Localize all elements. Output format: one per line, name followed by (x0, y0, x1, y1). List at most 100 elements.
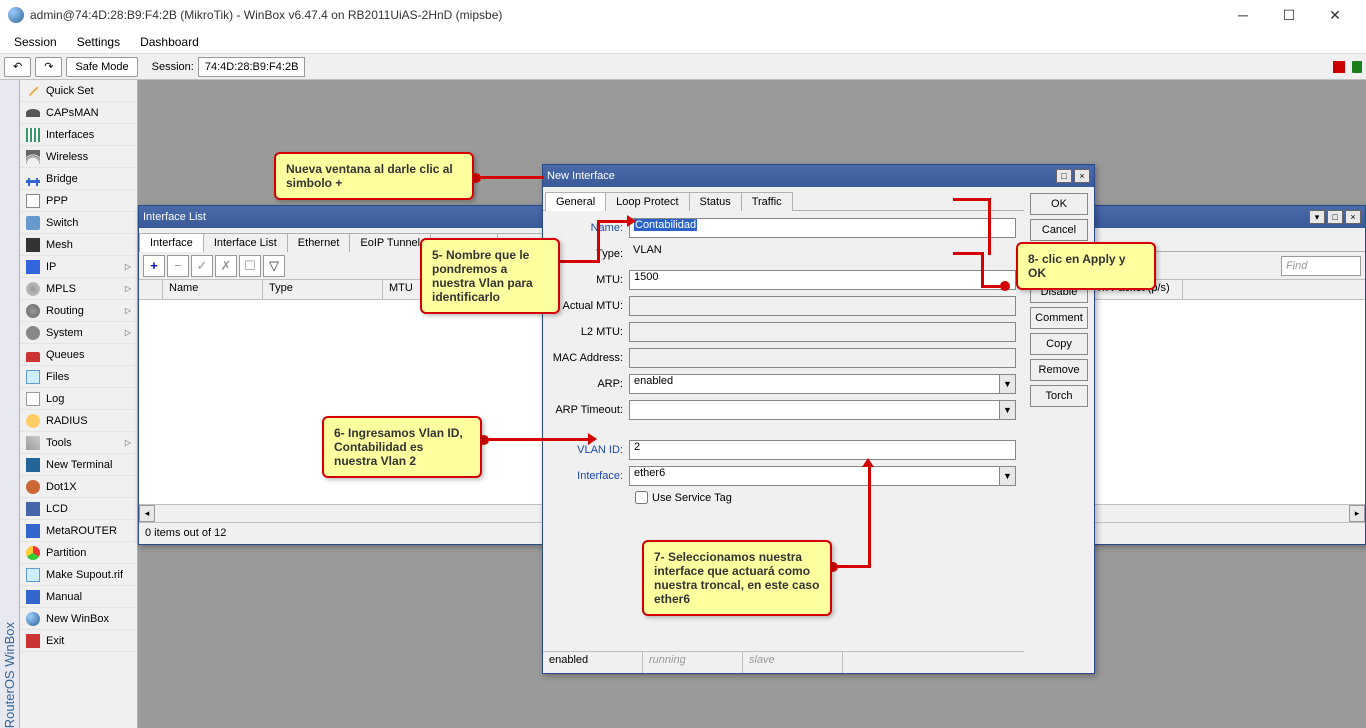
tab-interface-list[interactable]: Interface List (203, 233, 288, 252)
sidebar-item-log[interactable]: Log (20, 388, 137, 410)
dlg-tab-loop-protect[interactable]: Loop Protect (605, 192, 689, 211)
sidebar-item-routing[interactable]: Routing▷ (20, 300, 137, 322)
dlg-close-icon[interactable]: × (1074, 169, 1090, 183)
close-button[interactable]: ✕ (1312, 0, 1358, 30)
sidebar-item-metarouter[interactable]: MetaROUTER (20, 520, 137, 542)
add-button[interactable]: + (143, 255, 165, 277)
session-value: 74:4D:28:B9:F4:2B (198, 57, 306, 77)
menu-settings[interactable]: Settings (67, 33, 130, 51)
sidebar-item-system[interactable]: System▷ (20, 322, 137, 344)
sidebar-item-new-winbox[interactable]: New WinBox (20, 608, 137, 630)
win-minimize-icon[interactable]: ▾ (1309, 210, 1325, 224)
new-interface-titlebar[interactable]: New Interface □ × (543, 165, 1094, 187)
sidebar-item-label: CAPsMAN (46, 107, 99, 119)
sidebar-item-exit[interactable]: Exit (20, 630, 137, 652)
tab-eoip-tunnel[interactable]: EoIP Tunnel (349, 233, 431, 252)
sidebar-item-manual[interactable]: Manual (20, 586, 137, 608)
sidebar-item-make-supout-rif[interactable]: Make Supout.rif (20, 564, 137, 586)
safe-mode-button[interactable]: Safe Mode (66, 57, 137, 77)
sidebar-item-queues[interactable]: Queues (20, 344, 137, 366)
name-input[interactable]: Contabilidad (629, 218, 1016, 238)
tab-interface[interactable]: Interface (139, 233, 204, 252)
comment-button[interactable]: Comment (1030, 307, 1088, 329)
sidebar-item-label: System (46, 327, 83, 339)
tab-ethernet[interactable]: Ethernet (287, 233, 351, 252)
chevron-down-icon[interactable]: ▼ (999, 375, 1015, 393)
disable-button[interactable]: ✗ (215, 255, 237, 277)
sidebar-item-label: LCD (46, 503, 68, 515)
dlg-max-icon[interactable]: □ (1056, 169, 1072, 183)
bridge-icon (26, 180, 40, 183)
scroll-right-icon[interactable]: ▸ (1349, 505, 1365, 522)
column-header[interactable] (139, 280, 163, 299)
remove-button[interactable]: Remove (1030, 359, 1088, 381)
sidebar-item-capsman[interactable]: CAPsMAN (20, 102, 137, 124)
sidebar-item-ip[interactable]: IP▷ (20, 256, 137, 278)
redo-button[interactable]: ↷ (35, 57, 62, 77)
remove-button[interactable]: − (167, 255, 189, 277)
sidebar-item-mpls[interactable]: MPLS▷ (20, 278, 137, 300)
sidebar-item-switch[interactable]: Switch (20, 212, 137, 234)
man-icon (26, 590, 40, 604)
submenu-icon: ▷ (125, 262, 131, 271)
arp-select[interactable]: enabled▼ (629, 374, 1016, 394)
sidebar-item-ppp[interactable]: PPP (20, 190, 137, 212)
sidebar-item-bridge[interactable]: Bridge (20, 168, 137, 190)
column-header[interactable]: Type (263, 280, 383, 299)
win-maximize-icon[interactable]: □ (1327, 210, 1343, 224)
sidebar-item-label: Tools (46, 437, 72, 449)
sidebar-item-label: Routing (46, 305, 84, 317)
column-header[interactable]: Name (163, 280, 263, 299)
vertical-tab[interactable]: RouterOS WinBox (0, 80, 20, 728)
sidebar-item-dot1x[interactable]: Dot1X (20, 476, 137, 498)
newwin-icon (26, 612, 40, 626)
enable-button[interactable]: ✓ (191, 255, 213, 277)
dlg-tab-status[interactable]: Status (689, 192, 742, 211)
undo-button[interactable]: ↶ (4, 57, 31, 77)
cancel-button[interactable]: Cancel (1030, 219, 1088, 241)
ok-button[interactable]: OK (1030, 193, 1088, 215)
dlg-tab-general[interactable]: General (545, 192, 606, 211)
status-enabled: enabled (543, 652, 643, 673)
vlan-id-label: VLAN ID: (551, 444, 629, 456)
exit-icon (26, 634, 40, 648)
menu-dashboard[interactable]: Dashboard (130, 33, 209, 51)
callout-7: 7- Seleccionamos nuestra interface que a… (642, 540, 832, 616)
sidebar: Quick Set CAPsMAN InterfacesWirelessBridge… (20, 80, 138, 728)
filter-button[interactable]: ▽ (263, 255, 285, 277)
sidebar-item-mesh[interactable]: Mesh (20, 234, 137, 256)
scroll-left-icon[interactable]: ◂ (139, 505, 155, 522)
menu-session[interactable]: Session (4, 33, 67, 51)
sidebar-item-files[interactable]: Files (20, 366, 137, 388)
sidebar-item-interfaces[interactable]: Interfaces (20, 124, 137, 146)
callout-8: 8- clic en Apply y OK (1016, 242, 1156, 290)
mtu-input[interactable]: 1500 (629, 270, 1016, 290)
win-close-icon[interactable]: × (1345, 210, 1361, 224)
torch-button[interactable]: Torch (1030, 385, 1088, 407)
sidebar-item-tools[interactable]: Tools▷ (20, 432, 137, 454)
column-header[interactable]: MTU (383, 280, 423, 299)
sidebar-item-lcd[interactable]: LCD (20, 498, 137, 520)
find-input[interactable]: Find (1281, 256, 1361, 276)
use-service-tag-checkbox[interactable] (635, 491, 648, 504)
copy-button[interactable]: Copy (1030, 333, 1088, 355)
interface-label: Interface: (551, 470, 629, 482)
callout-6: 6- Ingresamos Vlan ID, Contabilidad es n… (322, 416, 482, 478)
sidebar-item-new-terminal[interactable]: New Terminal (20, 454, 137, 476)
tools-icon (26, 436, 40, 450)
sidebar-item-quick-set[interactable]: Quick Set (20, 80, 137, 102)
dlg-tab-traffic[interactable]: Traffic (741, 192, 793, 211)
comment-button[interactable]: ☐ (239, 255, 261, 277)
chevron-down-icon[interactable]: ▼ (999, 401, 1015, 419)
minimize-button[interactable]: ─ (1220, 0, 1266, 30)
interface-select[interactable]: ether6▼ (629, 466, 1016, 486)
sidebar-item-wireless[interactable]: Wireless (20, 146, 137, 168)
arp-timeout-input[interactable]: ▼ (629, 400, 1016, 420)
sidebar-item-radius[interactable]: RADIUS (20, 410, 137, 432)
maximize-button[interactable]: ☐ (1266, 0, 1312, 30)
vlan-id-input[interactable]: 2 (629, 440, 1016, 460)
term-icon (26, 458, 40, 472)
chevron-down-icon[interactable]: ▼ (999, 467, 1015, 485)
l2-mtu-value (629, 322, 1016, 342)
sidebar-item-partition[interactable]: Partition (20, 542, 137, 564)
